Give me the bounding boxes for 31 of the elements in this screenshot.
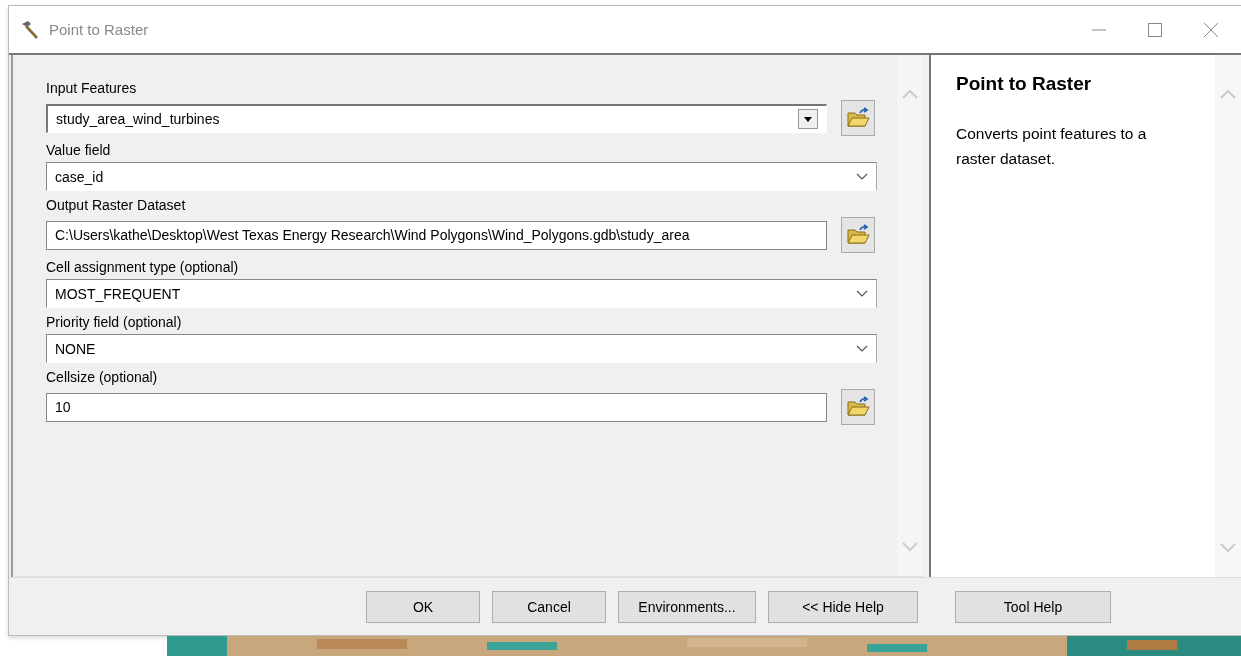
browse-button[interactable] — [841, 217, 875, 253]
folder-icon — [846, 107, 870, 129]
dropdown-field[interactable]: MOST_FREQUENT — [46, 279, 877, 308]
parameter-label: Value field — [46, 141, 112, 160]
parameter-label: Cell assignment type (optional) — [46, 258, 240, 277]
chevron-down-icon — [856, 172, 868, 181]
folder-icon — [846, 224, 870, 246]
window-title: Point to Raster — [49, 21, 149, 38]
chevron-down-icon — [856, 344, 868, 353]
browse-button[interactable] — [841, 100, 875, 136]
dialog-button[interactable]: << Hide Help — [768, 590, 918, 623]
dropdown-field[interactable]: NONE — [46, 334, 877, 363]
input-field[interactable]: 10 — [46, 392, 827, 422]
folder-icon — [846, 396, 870, 418]
dialog-button[interactable]: Tool Help — [955, 590, 1111, 623]
dialog-button[interactable]: Environments... — [618, 590, 756, 623]
help-title: Point to Raster — [956, 73, 1093, 95]
maximize-icon[interactable] — [1147, 21, 1163, 38]
dropdown-field[interactable]: case_id — [46, 162, 877, 191]
input-field[interactable]: C:\Users\kathe\Desktop\West Texas Energy Research\Wind Polygons\Wind_Polygons.gdb\study_area — [46, 220, 827, 250]
close-icon[interactable] — [1203, 21, 1219, 38]
parameter-label: Cellsize (optional) — [46, 368, 159, 387]
browse-button[interactable] — [841, 389, 875, 425]
dialog-button[interactable]: Cancel — [492, 590, 606, 623]
parameter-label: Input Features — [46, 79, 138, 98]
input-field[interactable]: study_area_wind_turbines — [46, 103, 827, 133]
dialog-button[interactable]: OK — [366, 590, 480, 623]
parameter-label: Output Raster Dataset — [46, 196, 187, 215]
parameter-label: Priority field (optional) — [46, 313, 183, 332]
help-description: Converts point features to a raster dataset. — [956, 124, 1148, 169]
chevron-down-icon — [856, 289, 868, 298]
